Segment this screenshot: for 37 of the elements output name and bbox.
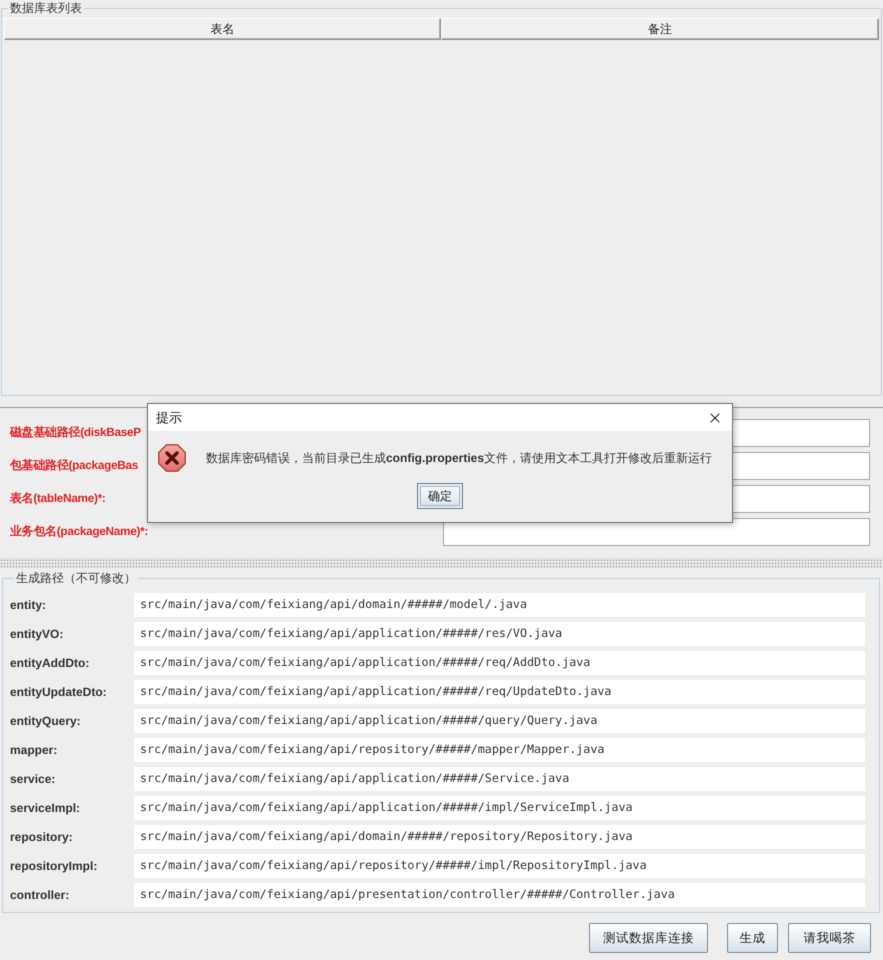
path-label: controller: [10, 887, 70, 904]
path-field[interactable]: src/main/java/com/feixiang/api/presentation/controller/#####/Controller.java [134, 883, 865, 907]
panel-title: 生成路径（不可修改） [15, 571, 137, 585]
action-button[interactable]: 测试数据库连接 [589, 923, 708, 953]
path-field[interactable]: src/main/java/com/feixiang/api/domain/#####/repository/Repository.java [134, 825, 865, 849]
dialog-title: 提示 [156, 408, 182, 427]
path-field[interactable]: src/main/java/com/feixiang/api/domain/#####/model/.java [134, 593, 865, 617]
field-label: 表名(tableName)*: [10, 490, 106, 508]
path-label: service: [10, 771, 56, 788]
path-label: mapper: [10, 742, 58, 759]
field-label: 磁盘基础路径(diskBaseP [10, 424, 141, 442]
path-label: entityAddDto: [10, 655, 90, 672]
path-field[interactable]: src/main/java/com/feixiang/api/application/#####/impl/ServiceImpl.java [134, 796, 865, 820]
action-button[interactable]: 请我喝茶 [788, 923, 871, 953]
path-field[interactable]: src/main/java/com/feixiang/api/application/#####/query/Query.java [134, 709, 865, 733]
path-label: entityQuery: [10, 713, 82, 730]
dialog-message: 数据库密码错误，当前目录已生成config.properties文件，请使用文本工具打开修改后重新运行 [206, 450, 712, 467]
path-field[interactable]: src/main/java/com/feixiang/api/application/#####/req/UpdateDto.java [134, 680, 865, 704]
panel-title: 数据库表列表 [9, 0, 83, 16]
path-field[interactable]: src/main/java/com/feixiang/api/application/#####/res/VO.java [134, 622, 865, 646]
path-field[interactable]: src/main/java/com/feixiang/api/repository/#####/mapper/Mapper.java [134, 738, 865, 762]
path-label: repository: [10, 829, 74, 846]
path-label: entityVO: [10, 626, 64, 643]
error-icon [158, 444, 186, 472]
column-header[interactable]: 备注 [441, 18, 879, 40]
field-label: 业务包名(packageName)*: [10, 523, 148, 540]
path-label: entityUpdateDto: [10, 684, 108, 701]
path-label: serviceImpl: [10, 800, 82, 817]
field-label: 包基础路径(packageBas [10, 457, 138, 474]
path-field[interactable]: src/main/java/com/feixiang/api/repository/#####/impl/RepositoryImpl.java [134, 854, 865, 878]
path-field[interactable]: src/main/java/com/feixiang/api/application/#####/req/AddDto.java [134, 651, 865, 675]
path-label: repositoryImpl: [10, 858, 98, 875]
column-header[interactable]: 表名 [4, 18, 441, 40]
ok-button[interactable]: 确定 [417, 483, 463, 509]
action-button[interactable]: 生成 [727, 923, 778, 953]
path-label: entity: [10, 597, 47, 614]
path-field[interactable]: src/main/java/com/feixiang/api/application/#####/Service.java [134, 767, 865, 791]
